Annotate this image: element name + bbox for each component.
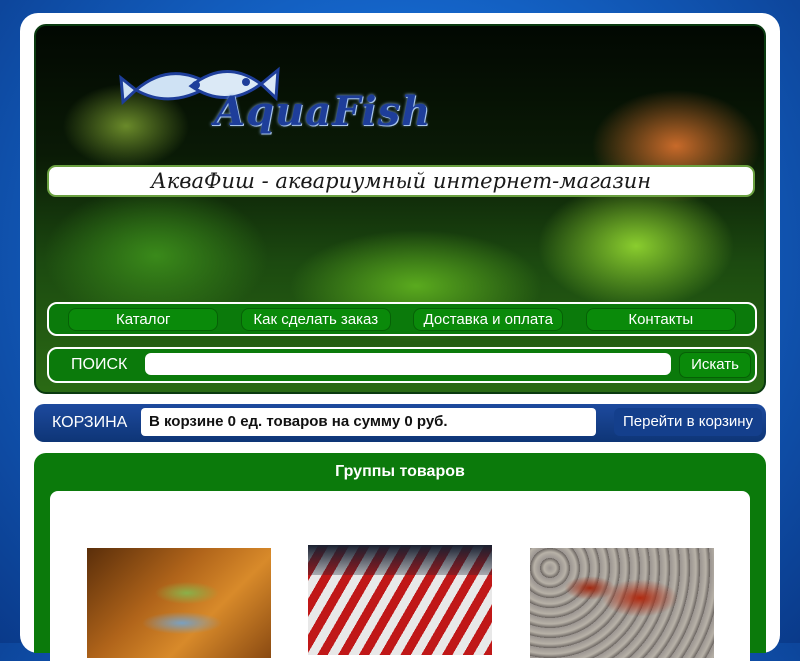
groups-grid xyxy=(50,491,750,661)
search-bar: ПОИСК Искать xyxy=(47,347,757,383)
search-input[interactable] xyxy=(145,353,671,375)
logo-text: AquaFish xyxy=(214,88,432,135)
cart-bar: КОРЗИНА В корзине 0 ед. товаров на сумму… xyxy=(34,404,766,442)
nav-item-catalog[interactable]: Каталог xyxy=(68,307,219,331)
site-title: АкваФиш - аквариумный интернет-магазин xyxy=(150,169,652,193)
group-thumb-crayfish[interactable] xyxy=(530,548,714,658)
aquafish-logo[interactable]: AquaFish xyxy=(96,40,430,135)
group-thumb-shrimp[interactable] xyxy=(308,545,492,655)
main-nav: Каталог Как сделать заказ Доставка и опл… xyxy=(47,302,757,336)
nav-item-how-to-order[interactable]: Как сделать заказ xyxy=(240,307,391,331)
site-header: AquaFish АкваФиш - аквариумный интернет-… xyxy=(34,24,766,394)
nav-item-contacts[interactable]: Контакты xyxy=(585,307,736,331)
group-thumb-fish[interactable] xyxy=(87,548,271,658)
groups-title: Группы товаров xyxy=(335,463,465,480)
nav-item-delivery[interactable]: Доставка и оплата xyxy=(413,307,564,331)
product-groups: Группы товаров xyxy=(34,453,766,661)
site-title-bar: АкваФиш - аквариумный интернет-магазин xyxy=(47,165,755,197)
cart-label: КОРЗИНА xyxy=(52,414,128,431)
go-to-cart-button[interactable]: Перейти в корзину xyxy=(614,408,762,436)
search-label: ПОИСК xyxy=(71,356,128,373)
cart-status: В корзине 0 ед. товаров на сумму 0 руб. xyxy=(141,408,596,436)
search-button[interactable]: Искать xyxy=(679,352,751,378)
